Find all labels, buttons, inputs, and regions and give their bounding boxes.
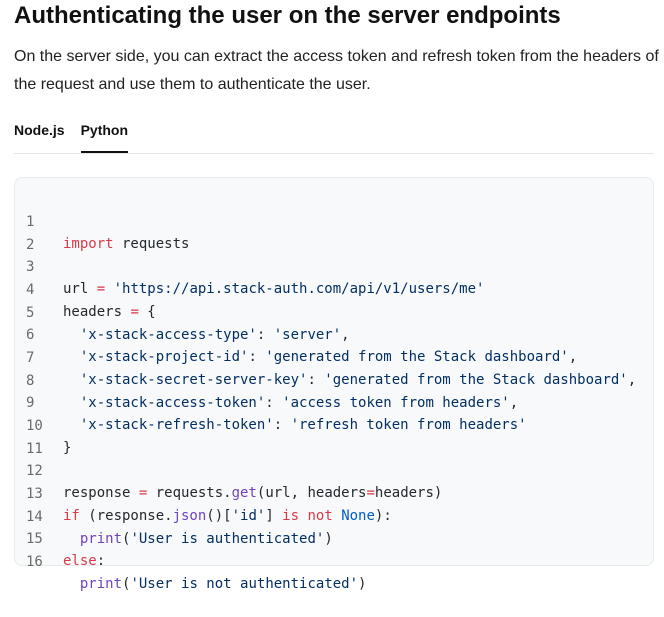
line-number: 16 (26, 554, 43, 570)
code-token: 'server' (273, 327, 342, 343)
code-token: response (63, 485, 139, 501)
code-token: (url, headers (256, 485, 367, 501)
code-token: is not (282, 508, 333, 524)
code-token: url (63, 281, 97, 297)
code-line: 16 print('User is not authenticated') (15, 529, 366, 592)
code-token: requests (113, 236, 190, 252)
code-token: import (63, 236, 114, 252)
code-token: : (265, 395, 283, 411)
code-line: 6 'x-stack-project-id': 'generated from … (15, 302, 577, 365)
code-line: 9 'x-stack-refresh-token': 'refresh toke… (15, 370, 527, 433)
code-token: : (273, 417, 291, 433)
code-token: , (568, 349, 578, 365)
code-token: else (63, 553, 97, 569)
code-token: 'x-stack-access-type' (63, 327, 257, 343)
code-token: : (256, 327, 274, 343)
code-token: if (63, 508, 80, 524)
code-token: 'generated from the Stack dashboard' (324, 372, 628, 388)
code-token: ()[ (206, 508, 232, 524)
code-line: 5 'x-stack-access-type': 'server', (15, 280, 350, 343)
code-line: 14 print('User is authenticated') (15, 484, 333, 547)
code-token: { (138, 304, 156, 320)
code-token: 'x-stack-secret-server-key' (63, 372, 308, 388)
code-token: 'x-stack-project-id' (63, 349, 249, 365)
code-line: 8 'x-stack-access-token': 'access token … (15, 348, 518, 411)
code-token: get (231, 485, 257, 501)
page-title: Authenticating the user on the server en… (14, 2, 561, 29)
code-line: 1 import requests (15, 189, 189, 252)
code-line: 12 response = requests.get(url, headers=… (15, 438, 442, 501)
code-token: 'https://api.stack-auth.com/api/v1/users… (105, 281, 485, 297)
code-block: 1 import requests 2 3 url = 'https://api… (14, 177, 654, 592)
code-token: ): (374, 508, 392, 524)
code-token: (response. (79, 508, 173, 524)
code-line: 11 (15, 416, 49, 457)
code-token: 'id' (231, 508, 266, 524)
code-token: 'x-stack-access-token' (63, 395, 266, 411)
code-token: 'User is not authenticated' (130, 576, 359, 592)
code-token: 'x-stack-refresh-token' (63, 417, 274, 433)
code-token: None (341, 508, 375, 524)
code-token: json (172, 508, 207, 524)
code-token: 'generated from the Stack dashboard' (265, 349, 569, 365)
code-token: 'refresh token from headers' (290, 417, 527, 433)
code-token: 'User is authenticated' (130, 531, 325, 547)
code-line: 15 else: (15, 506, 105, 569)
code-token: ] (265, 508, 283, 524)
code-token: , (509, 395, 519, 411)
code-token: print (79, 576, 123, 592)
code-token: , (341, 327, 350, 343)
code-token: : (307, 372, 325, 388)
code-token: } (63, 440, 72, 456)
tab-nodejs[interactable]: Node.js (14, 112, 65, 144)
code-token: headers) (374, 485, 443, 501)
language-tabs: Node.js Python (14, 112, 654, 154)
code-token: = (130, 304, 139, 320)
code-line: 2 (15, 212, 49, 253)
code-line: 3 url = 'https://api.stack-auth.com/api/… (15, 234, 484, 297)
code-token: requests. (147, 485, 232, 501)
code-line: 13 if (response.json()['id'] is not None… (15, 461, 392, 524)
code-line: 7 'x-stack-secret-server-key': 'generate… (15, 325, 636, 388)
code-token: : (248, 349, 266, 365)
code-line: 10 } (15, 393, 71, 456)
intro-paragraph: On the server side, you can extract the … (14, 48, 659, 93)
code-line: 4 headers = { (15, 257, 156, 320)
code-token: : (96, 553, 106, 569)
code-token: headers (63, 304, 131, 320)
code-token: , (627, 372, 637, 388)
code-token: = (366, 485, 375, 501)
tab-python[interactable]: Python (80, 112, 129, 153)
code-token: ) (324, 531, 333, 547)
code-token: print (79, 531, 123, 547)
code-token: ) (358, 576, 367, 592)
code-token: 'access token from headers' (282, 395, 510, 411)
code-token: = (96, 281, 106, 297)
